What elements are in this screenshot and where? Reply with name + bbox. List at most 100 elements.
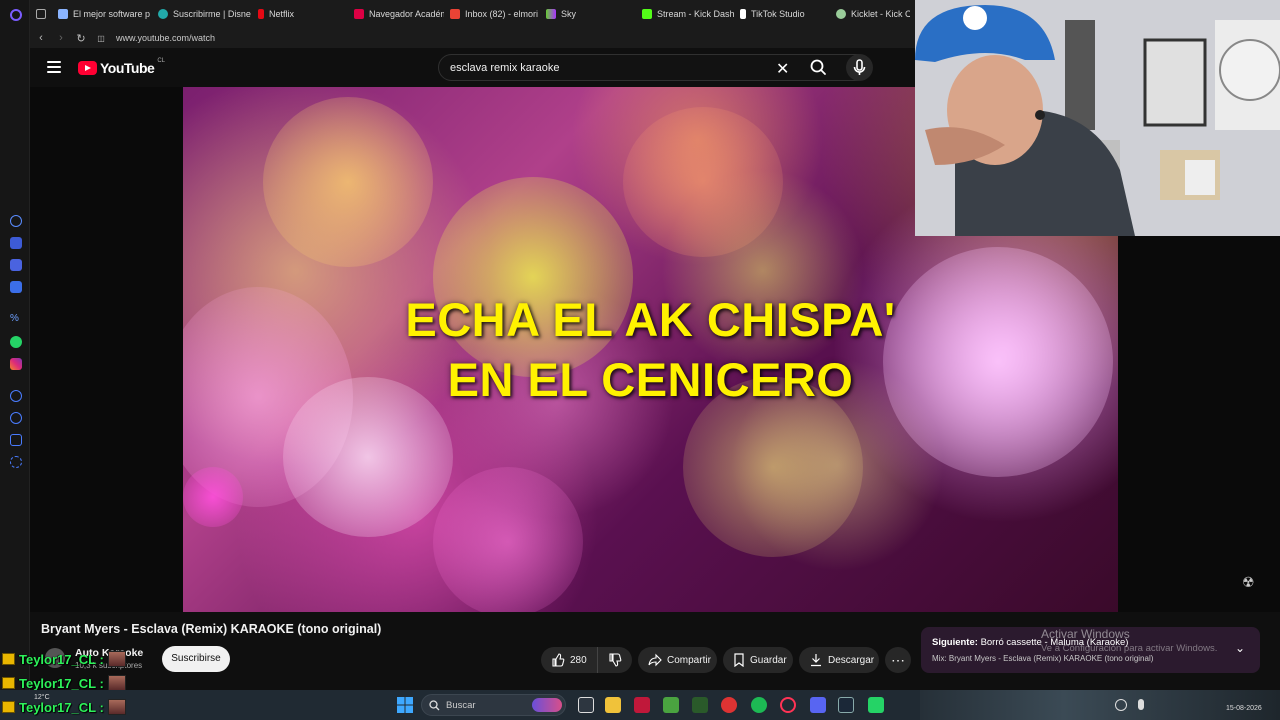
network-icon[interactable] <box>1115 699 1127 711</box>
bokeh-light <box>433 467 583 612</box>
windows-start-icon[interactable] <box>397 697 413 713</box>
search-box: esclava remix karaoke ✕ <box>438 54 871 81</box>
instagram-icon[interactable] <box>10 358 22 370</box>
search-input[interactable]: esclava remix karaoke <box>450 62 559 74</box>
up-next-mix: Mix: Bryant Myers - Esclava (Remix) KARA… <box>932 654 1154 663</box>
bokeh-light <box>433 177 633 377</box>
history-icon[interactable] <box>10 412 22 424</box>
tab-label: Navegador Académ <box>369 9 444 19</box>
more-actions-button[interactable]: ⋯ <box>885 647 911 673</box>
opera-logo-icon[interactable] <box>10 9 22 21</box>
app-icon[interactable] <box>721 697 737 713</box>
tiktok-icon <box>740 9 746 19</box>
gmail-icon <box>450 9 460 19</box>
url-field[interactable]: www.youtube.com/watch <box>116 33 215 43</box>
chat-username: Teylor17_CL : <box>19 675 104 691</box>
bokeh-light <box>263 97 433 267</box>
tab-favicon-icon <box>58 9 68 19</box>
save-label: Guardar <box>750 654 787 666</box>
share-button[interactable]: Compartir <box>638 647 717 673</box>
file-explorer-icon[interactable] <box>605 697 621 713</box>
discord-icon[interactable] <box>810 697 826 713</box>
browser-tab[interactable]: El mejor software p <box>52 0 152 28</box>
netflix-icon <box>258 9 264 19</box>
aria-icon[interactable] <box>10 215 22 227</box>
subscriber-badge-icon <box>2 677 15 689</box>
search-highlight-icon <box>532 698 562 712</box>
tab-favicon-icon <box>158 9 168 19</box>
chat-emote-icon <box>107 675 126 691</box>
address-bar: ‹ › ↻ ◫ www.youtube.com/watch <box>30 28 915 48</box>
tab-label: Suscribirme | Disne <box>173 9 251 19</box>
minecraft-icon[interactable] <box>663 697 679 713</box>
share-icon <box>648 653 662 667</box>
channel-watermark-icon[interactable]: ☢ <box>1242 574 1255 591</box>
menu-icon[interactable] <box>47 61 61 73</box>
chevron-down-icon[interactable]: ⌄ <box>1235 641 1245 655</box>
pinboard-icon[interactable] <box>10 259 22 271</box>
thumbs-down-icon <box>609 653 622 667</box>
messenger-icon[interactable] <box>10 281 22 293</box>
bookmark-icon <box>734 653 744 667</box>
subscriber-badge-icon <box>2 701 15 713</box>
forward-icon[interactable]: › <box>56 32 66 44</box>
youtube-wordmark: YouTube <box>100 60 155 76</box>
percent-icon[interactable]: % <box>10 313 22 325</box>
whatsapp-icon[interactable] <box>868 697 884 713</box>
tab-label: Inbox (82) - elmori <box>465 9 539 19</box>
lock-icon[interactable]: ◫ <box>96 34 106 43</box>
browser-tab-bar: El mejor software p Suscribirme | Disne … <box>30 0 915 28</box>
youtube-logo[interactable]: YouTube CL <box>78 58 165 76</box>
extension-icon[interactable] <box>10 237 22 249</box>
like-button[interactable]: 280 <box>541 647 597 673</box>
up-next-prefix: Siguiente: <box>932 637 978 648</box>
clear-search-icon[interactable]: ✕ <box>776 59 789 79</box>
app-icon[interactable] <box>692 697 708 713</box>
kick-icon <box>642 9 652 19</box>
country-code: CL <box>157 58 165 64</box>
bokeh-light <box>183 467 243 527</box>
microphone-icon[interactable] <box>1138 699 1144 710</box>
tab-grid-icon <box>36 9 46 19</box>
chat-message: Teylor17_CL : <box>2 650 126 668</box>
app-icon[interactable] <box>634 697 650 713</box>
chat-emote-icon <box>107 699 126 715</box>
taskbar-search-placeholder: Buscar <box>446 700 476 711</box>
tab-label: TikTok Studio <box>751 9 805 19</box>
player-icon[interactable] <box>10 390 22 402</box>
browser-tab[interactable]: Kicklet - Kick C <box>830 0 910 28</box>
chat-username: Teylor17_CL : <box>19 651 104 667</box>
extensions-puzzle-icon[interactable] <box>10 434 22 446</box>
browser-tab[interactable]: Stream - Kick Dash <box>636 0 734 28</box>
whatsapp-icon[interactable] <box>10 336 22 348</box>
chat-message: Teylor17_CL : <box>2 698 126 716</box>
opera-icon[interactable] <box>780 697 796 713</box>
tab-favicon-icon <box>546 9 556 19</box>
spotify-icon[interactable] <box>751 697 767 713</box>
browser-tab[interactable]: Suscribirme | Disne <box>152 0 252 28</box>
dislike-button[interactable] <box>597 647 632 673</box>
search-button[interactable] <box>800 55 840 80</box>
youtube-header: YouTube CL esclava remix karaoke ✕ <box>30 50 915 87</box>
browser-tab[interactable]: Inbox (82) - elmori <box>444 0 540 28</box>
tab-label: El mejor software p <box>73 9 151 19</box>
reload-icon[interactable]: ↻ <box>76 32 86 45</box>
steam-icon[interactable] <box>838 697 854 713</box>
save-button[interactable]: Guardar <box>723 647 793 673</box>
bokeh-light <box>623 107 783 257</box>
browser-tab[interactable]: Navegador Académ <box>348 0 444 28</box>
opera-sidebar: % <box>0 0 30 690</box>
tab-workspaces[interactable] <box>30 0 52 28</box>
windows-activation-title: Activar Windows <box>1041 627 1130 641</box>
voice-search-button[interactable] <box>846 54 873 81</box>
task-view-icon[interactable] <box>578 697 594 713</box>
share-label: Compartir <box>667 654 711 666</box>
taskbar-search[interactable]: Buscar <box>421 694 566 716</box>
back-icon[interactable]: ‹ <box>36 32 46 44</box>
browser-tab[interactable]: TikTok Studio <box>734 0 830 28</box>
browser-tab[interactable]: Netflix <box>252 0 348 28</box>
browser-tab[interactable]: Sky <box>540 0 636 28</box>
settings-gear-icon[interactable] <box>10 456 22 468</box>
subscribe-button[interactable]: Suscribirse <box>162 646 230 672</box>
download-button[interactable]: Descargar <box>799 647 879 673</box>
